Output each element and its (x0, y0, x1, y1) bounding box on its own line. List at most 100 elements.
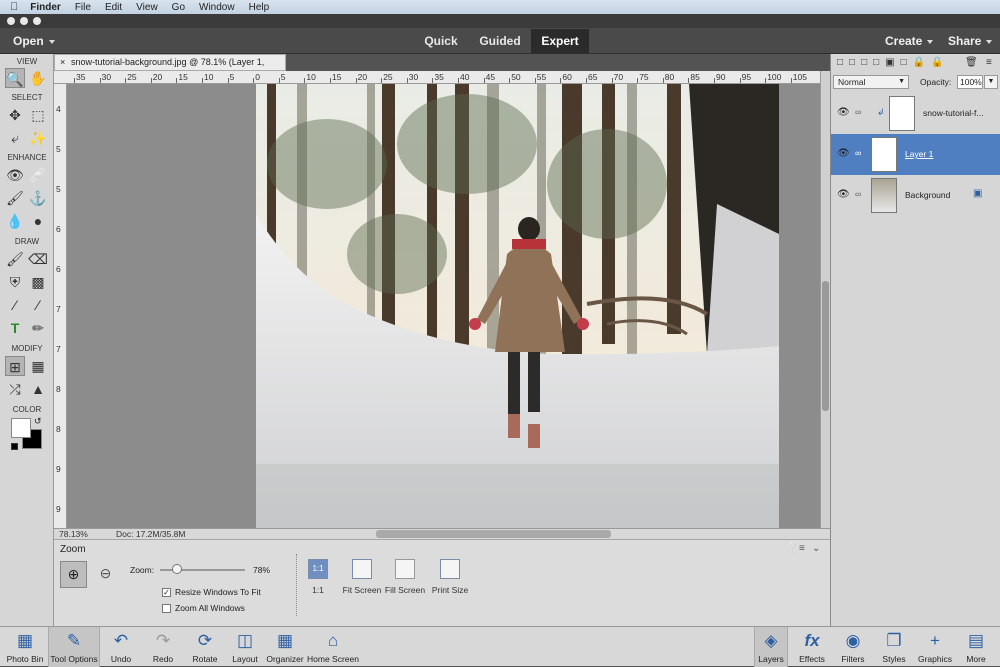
one-to-one-button[interactable]: 1:1 (308, 559, 328, 579)
ruler-tick (509, 78, 511, 83)
layer-row[interactable]: 👁 ∞ ↲ snow-tutorial-f... (831, 93, 1000, 134)
minimize-window-button[interactable] (20, 17, 28, 25)
line-tool-icon[interactable]: ∕ (28, 295, 48, 315)
trash-icon[interactable]: 🗑 (965, 57, 978, 68)
ruler-top-label: 80 (664, 72, 675, 82)
blend-mode-select[interactable]: Normal ▼ (833, 75, 909, 89)
blur-tool-icon[interactable]: 💧 (5, 211, 25, 231)
undo-button[interactable]: ↶ Undo (104, 627, 138, 667)
menu-file[interactable]: File (75, 2, 91, 13)
visibility-eye-icon[interactable]: 👁 (837, 107, 850, 118)
redo-button[interactable]: ↷ Redo (146, 627, 180, 667)
layers-panel-toolbar-icons[interactable]: □□□□▣□🔒🔒 (837, 57, 950, 68)
link-icon[interactable]: ∞ (855, 189, 861, 199)
resize-windows-checkbox[interactable]: ✓ Resize Windows To Fit (162, 587, 261, 598)
marquee-tool-icon[interactable]: ⬚ (28, 105, 48, 125)
swap-colors-icon[interactable]: ↺ (34, 416, 42, 427)
more-button[interactable]: ▤ More (958, 627, 994, 667)
print-size-button[interactable] (440, 559, 460, 579)
link-icon[interactable]: ∞ (855, 148, 861, 158)
menu-view[interactable]: View (136, 2, 158, 13)
visibility-eye-icon[interactable]: 👁 (837, 148, 850, 159)
layer-row[interactable]: 👁 ∞ Background ▣ (831, 175, 1000, 216)
move-tool-icon[interactable]: ✥ (5, 105, 25, 125)
brush-tool-icon[interactable]: 🖌 (5, 249, 25, 269)
menu-go[interactable]: Go (172, 2, 185, 13)
ruler-top-label: 70 (613, 72, 624, 82)
photo-bin-button[interactable]: ▦ Photo Bin (4, 627, 46, 667)
menu-help[interactable]: Help (249, 2, 270, 13)
default-colors-icon[interactable] (11, 443, 18, 450)
clone-stamp-tool-icon[interactable]: ⚓ (28, 188, 48, 208)
type-tool-icon[interactable]: T (5, 318, 25, 338)
close-tab-icon[interactable]: × (60, 55, 65, 70)
share-menu[interactable]: Share (948, 34, 993, 48)
graphics-button[interactable]: + Graphics (916, 627, 954, 667)
canvas-area[interactable] (67, 84, 820, 528)
layer-row-selected[interactable]: 👁 ∞ Layer 1 (831, 134, 1000, 175)
effects-button[interactable]: fx Effects (794, 627, 830, 667)
share-label: Share (948, 34, 982, 48)
horizontal-scrollbar-thumb[interactable] (376, 530, 611, 538)
help-icon[interactable]: ❔ (786, 543, 798, 554)
lasso-tool-icon[interactable]: ⤶ (5, 128, 25, 148)
zoom-window-button[interactable] (33, 17, 41, 25)
foreground-color-swatch-top[interactable] (11, 418, 31, 438)
layer-thumbnail (871, 178, 897, 213)
vertical-scrollbar-thumb[interactable] (822, 281, 829, 411)
apple-icon[interactable]:  (10, 1, 18, 13)
straighten-tool-icon[interactable]: ▲ (28, 379, 48, 399)
zoom-tool-icon[interactable]: 🔍 (5, 68, 25, 88)
styles-button[interactable]: ❐ Styles (877, 627, 911, 667)
menu-edit[interactable]: Edit (105, 2, 122, 13)
pencil-tool-icon[interactable]: ✏ (28, 318, 48, 338)
vertical-scrollbar[interactable] (820, 71, 830, 528)
tab-quick[interactable]: Quick (418, 29, 464, 53)
fit-screen-button[interactable] (352, 559, 372, 579)
document-tab[interactable]: × snow-tutorial-background.jpg @ 78.1% (… (54, 54, 286, 82)
organizer-button[interactable]: ▦ Organizer (264, 627, 306, 667)
paint-bucket-tool-icon[interactable]: ⛨ (5, 272, 25, 292)
fill-screen-button[interactable] (395, 559, 415, 579)
layers-button[interactable]: ◈ Layers (754, 627, 788, 667)
tab-guided[interactable]: Guided (474, 29, 526, 53)
opacity-dropdown-icon[interactable]: ▼ (984, 75, 998, 89)
opacity-input[interactable]: 100% (957, 75, 983, 89)
recompose-tool-icon[interactable]: ▦ (28, 356, 48, 376)
menu-app-name[interactable]: Finder (30, 2, 61, 13)
magic-wand-tool-icon[interactable]: ✨ (28, 128, 48, 148)
eraser-tool-icon[interactable]: ⌫ (28, 249, 48, 269)
eyedropper-tool-icon[interactable]: ⁄ (5, 295, 25, 315)
create-menu[interactable]: Create (885, 34, 934, 48)
organizer-label: Organizer (266, 654, 304, 664)
zoom-slider-thumb[interactable] (172, 564, 182, 574)
content-aware-move-tool-icon[interactable]: ⤮ (5, 379, 25, 399)
red-eye-tool-icon[interactable]: 👁 (5, 165, 25, 185)
panel-menu-icon[interactable]: ≡ (799, 543, 805, 554)
rotate-button[interactable]: ⟳ Rotate (186, 627, 224, 667)
open-menu[interactable]: Open (13, 34, 55, 48)
link-icon[interactable]: ∞ (855, 107, 861, 117)
close-window-button[interactable] (7, 17, 15, 25)
tab-expert[interactable]: Expert (531, 29, 589, 53)
zoom-in-icon[interactable]: ⊕ (60, 561, 87, 588)
menu-window[interactable]: Window (199, 2, 235, 13)
panel-menu-icon[interactable]: ≡ (986, 57, 992, 68)
home-screen-button[interactable]: ⌂ Home Screen (307, 627, 359, 667)
ruler-top-label: 0 (255, 72, 260, 82)
hand-tool-icon[interactable]: ✋ (28, 68, 48, 88)
gradient-tool-icon[interactable]: ▩ (28, 272, 48, 292)
tool-options-button[interactable]: ✎ Tool Options (48, 627, 100, 667)
zoom-all-windows-checkbox[interactable]: Zoom All Windows (162, 603, 245, 614)
zoom-out-icon[interactable]: ⊖ (92, 561, 119, 588)
ruler-tick (432, 78, 434, 83)
smart-brush-tool-icon[interactable]: 🖌 (5, 188, 25, 208)
zoom-value: 78% (253, 565, 271, 575)
crop-tool-icon[interactable]: ⊞ (5, 356, 25, 376)
layout-button[interactable]: ◫ Layout (228, 627, 262, 667)
spot-healing-tool-icon[interactable]: 🩹 (28, 165, 48, 185)
filters-button[interactable]: ◉ Filters (836, 627, 870, 667)
chevron-down-icon[interactable]: ⌄ (812, 543, 820, 554)
visibility-eye-icon[interactable]: 👁 (837, 189, 850, 200)
sponge-tool-icon[interactable]: ● (28, 211, 48, 231)
